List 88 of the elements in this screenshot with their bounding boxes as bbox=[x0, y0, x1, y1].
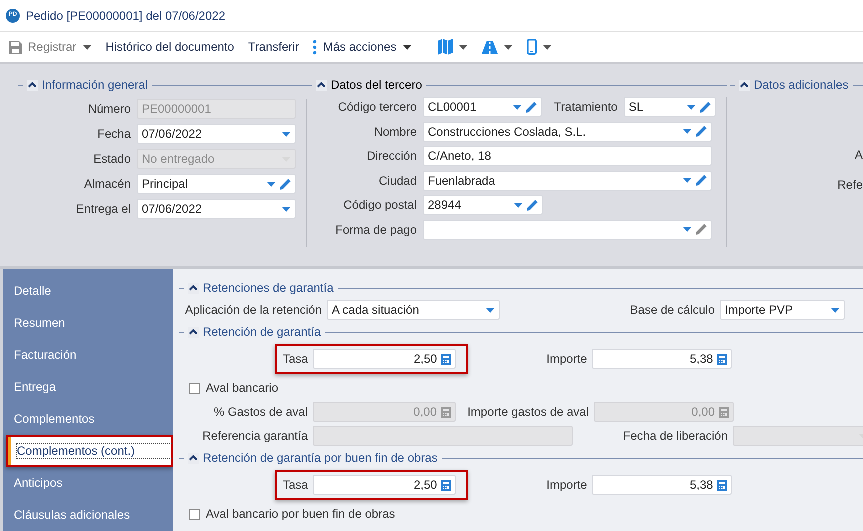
toolbar-button[interactable]: Histórico del documento bbox=[100, 34, 240, 60]
field-label: Estado bbox=[92, 151, 131, 168]
collapse-icon[interactable] bbox=[188, 326, 199, 338]
calculator-icon[interactable] bbox=[717, 480, 728, 490]
calculator-icon[interactable] bbox=[441, 480, 452, 490]
pencil-icon[interactable] bbox=[696, 175, 707, 186]
input-field[interactable]: 5,38 bbox=[592, 475, 732, 495]
field-label: Tasa bbox=[283, 477, 308, 494]
calculator-icon[interactable] bbox=[441, 354, 452, 364]
checkbox-label: Aval bancario bbox=[206, 380, 278, 397]
section-title: Información general bbox=[42, 77, 148, 94]
dropdown-field[interactable]: Fuenlabrada bbox=[423, 170, 712, 191]
section-title: Retenciones de garantía bbox=[203, 280, 334, 297]
caret-icon[interactable] bbox=[542, 44, 552, 50]
field-label: Entrega el bbox=[75, 201, 131, 218]
dropdown-field[interactable]: CL00001 bbox=[423, 97, 542, 118]
field-label: Tratamiento bbox=[553, 99, 618, 116]
field-label: Forma de pago bbox=[334, 222, 417, 239]
field-label: A bbox=[854, 147, 863, 164]
field-label: Almacén bbox=[83, 176, 131, 193]
caret-icon[interactable] bbox=[504, 44, 513, 50]
section-title: Retención de garantía por buen fin de obras bbox=[203, 450, 438, 467]
dropdown-field[interactable]: SL bbox=[624, 97, 716, 118]
sidebar-item[interactable]: Complementos (cont.) bbox=[8, 437, 171, 465]
caret-icon[interactable] bbox=[402, 44, 412, 50]
field-label: Fecha de liberación bbox=[622, 428, 728, 445]
field-label: Dirección bbox=[366, 148, 417, 166]
save-icon bbox=[9, 40, 22, 54]
sidebar-item[interactable]: Entrega bbox=[8, 373, 171, 401]
field-label: Aplicación de la retención bbox=[184, 302, 322, 319]
field-label: Importe gastos de aval bbox=[466, 404, 589, 421]
sidebar-item[interactable]: Anticipos bbox=[8, 469, 171, 497]
sidebar-item[interactable]: Complementos bbox=[8, 405, 171, 433]
pencil-icon[interactable] bbox=[700, 102, 711, 113]
collapse-icon[interactable] bbox=[188, 452, 199, 464]
window-title: Pedido [PE00000001] del 07/06/2022 bbox=[26, 8, 226, 24]
field-label: % Gastos de aval bbox=[212, 404, 308, 421]
map-icon bbox=[438, 39, 453, 55]
field-label: Código postal bbox=[342, 197, 417, 214]
pencil-icon[interactable] bbox=[280, 178, 291, 190]
pencil-icon[interactable] bbox=[696, 126, 707, 138]
road-icon bbox=[482, 40, 498, 54]
field-label: Referencia garantía bbox=[202, 428, 308, 445]
field-label: Refe bbox=[838, 177, 863, 194]
sidebar-item[interactable]: Resumen bbox=[8, 309, 171, 337]
collapse-icon[interactable] bbox=[316, 80, 327, 90]
field-label: Nombre bbox=[373, 124, 417, 141]
input-field[interactable]: 2,50 bbox=[313, 475, 456, 495]
collapse-icon[interactable] bbox=[27, 80, 38, 90]
dropdown-field[interactable]: 28944 bbox=[423, 195, 543, 216]
sidebar-item[interactable]: Facturación bbox=[8, 341, 171, 369]
checkbox[interactable] bbox=[189, 382, 200, 394]
sidebar-item[interactable]: Detalle bbox=[8, 277, 171, 305]
dropdown-field[interactable]: A cada situación bbox=[327, 300, 500, 320]
checkbox[interactable] bbox=[189, 508, 200, 520]
calculator-icon[interactable] bbox=[717, 354, 728, 364]
dropdown-field[interactable]: 07/06/2022 bbox=[137, 124, 296, 144]
pencil-icon[interactable] bbox=[526, 102, 537, 113]
field-label: Base de cálculo bbox=[629, 302, 715, 319]
pencil-icon[interactable] bbox=[696, 224, 707, 236]
input-field[interactable]: 5,38 bbox=[592, 349, 732, 369]
field-label: Importe bbox=[546, 351, 588, 368]
phone-icon bbox=[526, 39, 537, 55]
pencil-icon[interactable] bbox=[527, 200, 538, 211]
dropdown-field[interactable]: 07/06/2022 bbox=[137, 199, 296, 219]
toolbar-button[interactable]: Transferir bbox=[243, 34, 304, 60]
checkbox-label: Aval bancario por buen fin de obras bbox=[206, 506, 396, 523]
kebab-icon bbox=[313, 40, 318, 54]
dropdown-field[interactable]: Principal bbox=[137, 174, 296, 194]
field-label: Importe bbox=[546, 477, 588, 494]
field-label: Código tercero bbox=[337, 99, 417, 116]
input-field[interactable]: C/Aneto, 18 bbox=[423, 146, 712, 166]
toolbar-button[interactable]: Más acciones bbox=[308, 34, 417, 60]
section-title: Retención de garantía bbox=[203, 324, 322, 341]
sidebar-item[interactable]: Cláusulas adicionales bbox=[8, 501, 171, 529]
field-label: Fecha bbox=[96, 126, 131, 143]
collapse-icon[interactable] bbox=[188, 282, 199, 294]
section-title: Datos adicionales bbox=[754, 77, 849, 94]
section-title: Datos del tercero bbox=[331, 77, 422, 94]
caret-icon[interactable] bbox=[458, 44, 468, 50]
field-label: Ciudad bbox=[378, 172, 417, 190]
dropdown-field[interactable]: Importe PVP bbox=[720, 300, 845, 320]
collapse-icon[interactable] bbox=[739, 80, 750, 90]
dropdown-field[interactable] bbox=[423, 220, 712, 240]
field-label: Número bbox=[87, 101, 131, 118]
field-label: Tasa bbox=[283, 351, 308, 368]
input-field[interactable]: 2,50 bbox=[313, 349, 456, 369]
dropdown-field[interactable]: Construcciones Coslada, S.L. bbox=[423, 122, 712, 142]
